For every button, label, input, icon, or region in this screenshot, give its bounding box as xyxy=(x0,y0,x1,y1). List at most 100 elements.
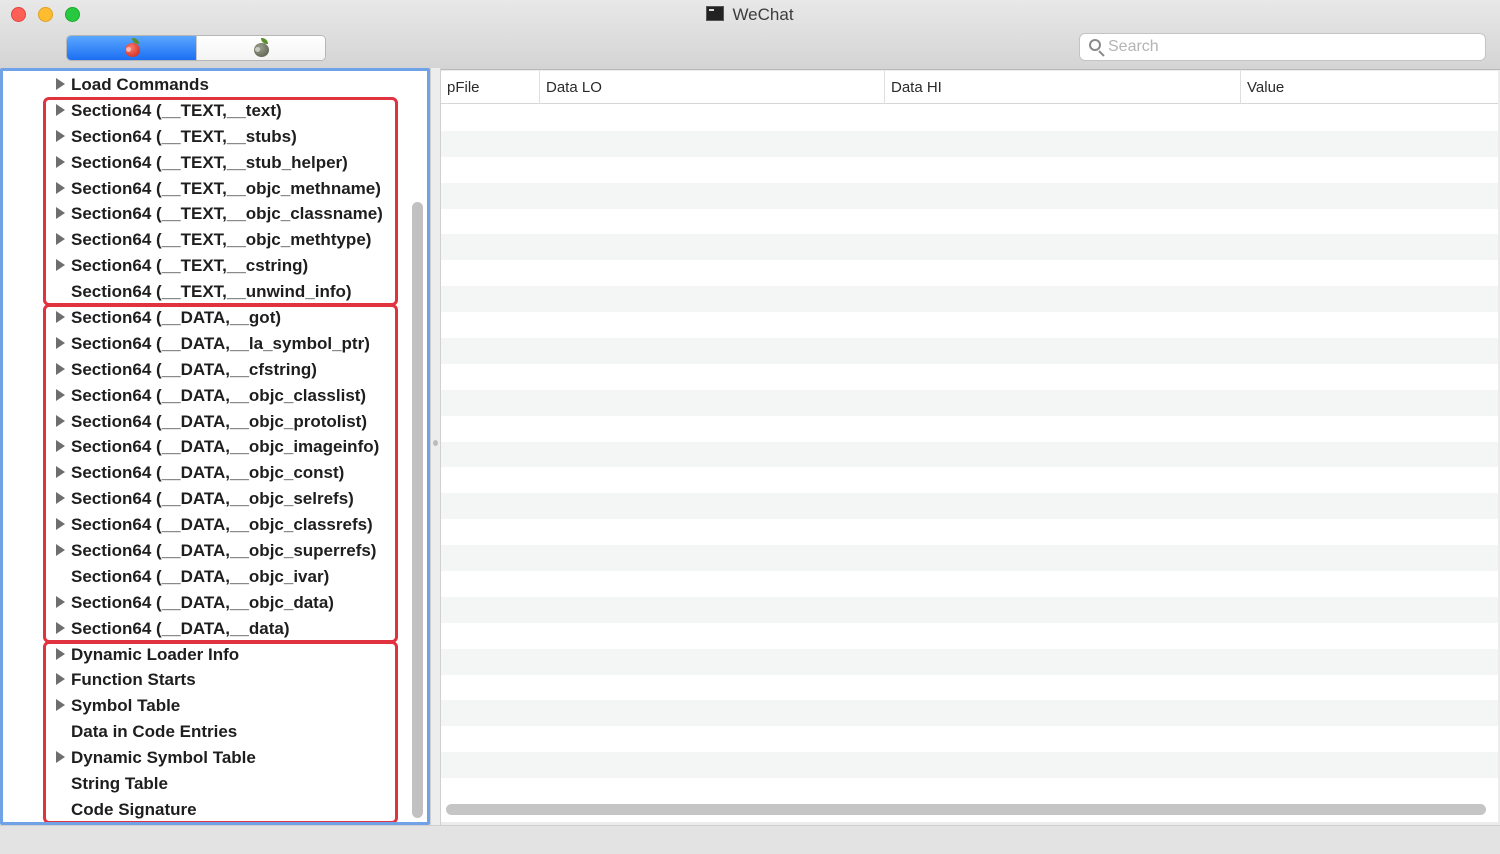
disclosure-triangle-icon[interactable] xyxy=(56,647,65,660)
outline-row[interactable]: Load Commands xyxy=(3,72,408,98)
outline-row[interactable]: Symbol Table xyxy=(3,693,408,719)
outline-tree: Load Commands Section64 (__TEXT,__text) Se… xyxy=(3,72,408,822)
outline-row[interactable]: Section64 (__DATA,__objc_data) xyxy=(3,590,408,616)
outline-row[interactable]: Section64 (__TEXT,__objc_methname) xyxy=(3,176,408,202)
table-row[interactable] xyxy=(441,312,1498,339)
outline-row[interactable]: Section64 (__DATA,__objc_selrefs) xyxy=(3,486,408,512)
segment-red-bug[interactable] xyxy=(67,36,196,60)
disclosure-triangle-icon[interactable] xyxy=(56,699,65,712)
table-row[interactable] xyxy=(441,752,1498,779)
disclosure-triangle-icon[interactable] xyxy=(56,311,65,324)
table-row[interactable] xyxy=(441,260,1498,287)
column-header-value[interactable]: Value xyxy=(1241,71,1498,104)
table-row[interactable] xyxy=(441,130,1498,157)
outline-row[interactable]: Section64 (__DATA,__objc_ivar) xyxy=(3,564,408,590)
split-view-divider[interactable] xyxy=(430,68,441,825)
table-row[interactable] xyxy=(441,363,1498,390)
disclosure-triangle-icon[interactable] xyxy=(56,362,65,375)
outline-row[interactable]: Code Signature xyxy=(3,797,408,822)
search-field[interactable] xyxy=(1079,33,1486,61)
outline-row[interactable]: Section64 (__DATA,__objc_protolist) xyxy=(3,409,408,435)
outline-row[interactable]: String Table xyxy=(3,771,408,797)
outline-row[interactable]: Section64 (__TEXT,__unwind_info) xyxy=(3,279,408,305)
disclosure-triangle-icon[interactable] xyxy=(56,751,65,764)
outline-row[interactable]: Section64 (__DATA,__cfstring) xyxy=(3,357,408,383)
outline-row[interactable]: Section64 (__DATA,__la_symbol_ptr) xyxy=(3,331,408,357)
disclosure-triangle-icon[interactable] xyxy=(56,544,65,557)
outline-row[interactable]: Dynamic Loader Info xyxy=(3,642,408,668)
outline-row[interactable]: Section64 (__TEXT,__objc_methtype) xyxy=(3,227,408,253)
table-header: pFile Data LO Data HI Value xyxy=(441,71,1498,104)
outline-row[interactable]: Section64 (__DATA,__objc_const) xyxy=(3,460,408,486)
table-row[interactable] xyxy=(441,596,1498,623)
outline-row[interactable]: Section64 (__TEXT,__stubs) xyxy=(3,124,408,150)
disclosure-triangle-icon[interactable] xyxy=(56,155,65,168)
table-row[interactable] xyxy=(441,182,1498,209)
table-row[interactable] xyxy=(441,208,1498,235)
disclosure-triangle-icon[interactable] xyxy=(56,207,65,220)
table-row[interactable] xyxy=(441,286,1498,313)
terminal-app-icon xyxy=(706,6,725,21)
outline-row-label: Section64 (__DATA,__objc_imageinfo) xyxy=(71,437,380,457)
outline-row[interactable]: Section64 (__DATA,__objc_classrefs) xyxy=(3,512,408,538)
column-header-pfile[interactable]: pFile xyxy=(441,71,540,104)
disclosure-triangle-icon[interactable] xyxy=(56,492,65,505)
table-row[interactable] xyxy=(441,571,1498,597)
disclosure-triangle-icon[interactable] xyxy=(56,440,65,453)
table-row[interactable] xyxy=(441,778,1498,805)
column-header-data-hi[interactable]: Data HI xyxy=(885,71,1241,104)
disclosure-triangle-icon[interactable] xyxy=(56,129,65,142)
disclosure-triangle-icon[interactable] xyxy=(56,233,65,246)
table-row[interactable] xyxy=(441,234,1498,261)
disclosure-triangle-icon[interactable] xyxy=(56,259,65,272)
column-header-data-lo[interactable]: Data LO xyxy=(540,71,885,104)
disclosure-triangle-icon[interactable] xyxy=(56,466,65,479)
view-mode-segmented-control xyxy=(66,35,326,61)
outline-row[interactable]: Section64 (__TEXT,__cstring) xyxy=(3,253,408,279)
table-row[interactable] xyxy=(441,338,1498,364)
table-row[interactable] xyxy=(441,648,1498,675)
disclosure-triangle-icon[interactable] xyxy=(56,181,65,194)
outline-row[interactable]: Function Starts xyxy=(3,667,408,693)
table-body xyxy=(441,105,1498,805)
segment-grey-bug[interactable] xyxy=(196,36,325,60)
table-row[interactable] xyxy=(441,467,1498,494)
disclosure-triangle-icon[interactable] xyxy=(56,595,65,608)
table-row[interactable] xyxy=(441,519,1498,546)
table-horizontal-scrollbar[interactable] xyxy=(446,804,1486,815)
table-row[interactable] xyxy=(441,674,1498,701)
outline-row[interactable]: Data in Code Entries xyxy=(3,719,408,745)
disclosure-triangle-icon[interactable] xyxy=(56,336,65,349)
divider-grip-icon xyxy=(433,440,438,446)
outline-row[interactable]: Section64 (__DATA,__objc_superrefs) xyxy=(3,538,408,564)
table-row[interactable] xyxy=(441,415,1498,442)
table-row[interactable] xyxy=(441,441,1498,468)
outline-row[interactable]: Section64 (__DATA,__objc_imageinfo) xyxy=(3,434,408,460)
search-input[interactable] xyxy=(1108,38,1478,56)
disclosure-triangle-icon[interactable] xyxy=(56,414,65,427)
disclosure-triangle-icon[interactable] xyxy=(56,518,65,531)
outline-row[interactable]: Dynamic Symbol Table xyxy=(3,745,408,771)
disclosure-triangle-icon[interactable] xyxy=(56,673,65,686)
table-row[interactable] xyxy=(441,545,1498,572)
outline-row[interactable]: Section64 (__DATA,__objc_classlist) xyxy=(3,383,408,409)
outline-row[interactable]: Section64 (__DATA,__got) xyxy=(3,305,408,331)
outline-row-label: Section64 (__TEXT,__cstring) xyxy=(71,256,309,276)
outline-vertical-scrollbar[interactable] xyxy=(412,202,423,818)
table-row[interactable] xyxy=(441,493,1498,520)
disclosure-triangle-icon[interactable] xyxy=(56,103,65,116)
disclosure-triangle-icon[interactable] xyxy=(56,388,65,401)
outline-row[interactable]: Section64 (__TEXT,__text) xyxy=(3,98,408,124)
outline-row[interactable]: Section64 (__TEXT,__stub_helper) xyxy=(3,150,408,176)
table-row[interactable] xyxy=(441,156,1498,183)
disclosure-triangle-icon[interactable] xyxy=(56,621,65,634)
outline-row[interactable]: Section64 (__DATA,__data) xyxy=(3,616,408,642)
table-row[interactable] xyxy=(441,389,1498,416)
table-row[interactable] xyxy=(441,105,1498,131)
table-row[interactable] xyxy=(441,622,1498,649)
table-row[interactable] xyxy=(441,700,1498,727)
table-row[interactable] xyxy=(441,726,1498,753)
outline-row[interactable]: Section64 (__TEXT,__objc_classname) xyxy=(3,201,408,227)
outline-pane[interactable]: Load Commands Section64 (__TEXT,__text) Se… xyxy=(0,68,430,825)
disclosure-triangle-icon[interactable] xyxy=(56,78,65,90)
